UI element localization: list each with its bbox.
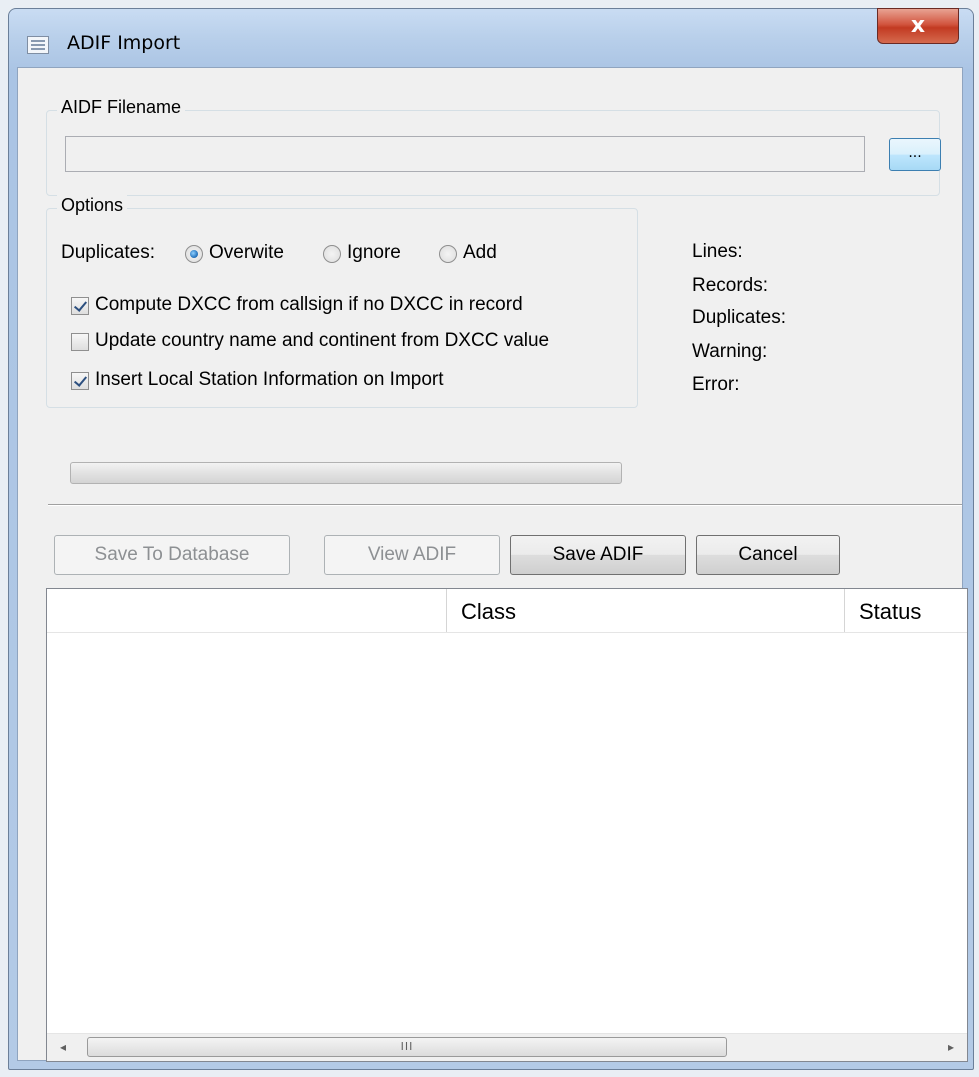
import-results-list[interactable]: Class Status ◂ III ▸ (46, 588, 968, 1062)
save-to-database-button[interactable]: Save To Database (54, 535, 290, 575)
radio-add[interactable] (439, 245, 457, 263)
window-title: ADIF Import (67, 32, 181, 54)
column-header-class[interactable]: Class (447, 589, 845, 633)
adif-import-window: ADIF Import x AIDF Filename ... Options … (8, 8, 974, 1070)
column-header-class-label: Class (461, 599, 517, 624)
close-button[interactable]: x (877, 8, 959, 44)
checkbox-insert-local-station-label[interactable]: Insert Local Station Information on Impo… (95, 369, 444, 391)
browse-button[interactable]: ... (889, 138, 941, 171)
stat-warning: Warning: (692, 341, 768, 362)
save-adif-button[interactable]: Save ADIF (510, 535, 686, 575)
checkbox-update-country[interactable] (71, 333, 89, 351)
options-group: Options Duplicates: Overwite Ignore Add … (46, 195, 638, 408)
stat-lines: Lines: (692, 241, 743, 262)
radio-ignore[interactable] (323, 245, 341, 263)
column-header-status[interactable]: Status (845, 589, 967, 633)
radio-add-label[interactable]: Add (463, 242, 497, 264)
radio-overwrite[interactable] (185, 245, 203, 263)
scroll-left-arrow-icon[interactable]: ◂ (51, 1034, 75, 1060)
radio-ignore-label[interactable]: Ignore (347, 242, 401, 264)
stat-records: Records: (692, 275, 769, 296)
filename-group-caption: AIDF Filename (57, 97, 186, 118)
filename-group: AIDF Filename ... (46, 97, 941, 196)
column-header-status-label: Status (859, 599, 922, 624)
checkbox-compute-dxcc-label[interactable]: Compute DXCC from callsign if no DXCC in… (95, 294, 523, 316)
app-icon (27, 36, 49, 54)
horizontal-scrollbar[interactable]: ◂ III ▸ (47, 1033, 967, 1061)
stat-error: Error: (692, 374, 740, 395)
import-progress-bar (70, 462, 622, 484)
filename-input[interactable] (65, 136, 865, 172)
title-bar[interactable]: ADIF Import x (9, 8, 973, 67)
separator (48, 504, 962, 506)
radio-overwrite-label[interactable]: Overwite (209, 242, 284, 264)
scroll-thumb[interactable]: III (87, 1037, 727, 1057)
view-adif-button[interactable]: View ADIF (324, 535, 500, 575)
checkbox-update-country-label[interactable]: Update country name and continent from D… (95, 330, 549, 352)
duplicates-label: Duplicates: (61, 242, 155, 263)
cancel-button[interactable]: Cancel (696, 535, 840, 575)
dialog-client-area: AIDF Filename ... Options Duplicates: Ov… (17, 67, 968, 1062)
stat-duplicates: Duplicates: (692, 307, 786, 328)
scroll-right-arrow-icon[interactable]: ▸ (939, 1034, 963, 1060)
checkbox-insert-local-station[interactable] (71, 372, 89, 390)
checkbox-compute-dxcc[interactable] (71, 297, 89, 315)
column-header-blank[interactable] (47, 589, 447, 633)
options-group-caption: Options (57, 195, 128, 216)
